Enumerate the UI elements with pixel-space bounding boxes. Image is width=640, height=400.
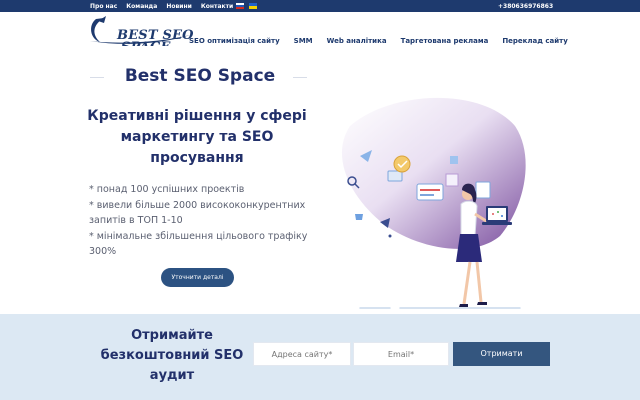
free-audit-section: Отримайте безкоштовний SEO аудит Отримат…	[0, 314, 640, 400]
top-links: Про нас Команда Новини Контакти	[90, 3, 233, 10]
nav-item-seo[interactable]: SEO оптимізація сайту	[189, 37, 280, 45]
russian-flag-icon[interactable]	[236, 3, 244, 9]
bullet-item: * мінімальне збільшення цільового трафік…	[89, 230, 308, 258]
top-link-contacts[interactable]: Контакти	[201, 3, 233, 10]
hero-title: Best SEO Space	[124, 66, 276, 86]
hero-bullet-list: * понад 100 успішних проектів * вивели б…	[89, 182, 319, 260]
top-link-news[interactable]: Новини	[166, 3, 192, 10]
top-link-team[interactable]: Команда	[126, 3, 157, 10]
main-nav: SEO оптимізація сайту SMM Web аналітика …	[189, 37, 568, 45]
nav-item-smm[interactable]: SMM	[294, 37, 313, 45]
title-divider-left	[90, 77, 104, 78]
hero-section: Best SEO Space Креативні рішення у сфері…	[0, 46, 640, 314]
site-header: BEST SEO SPACE SEO оптимізація сайту SMM…	[0, 12, 640, 54]
nav-item-translation[interactable]: Переклад сайту	[502, 37, 567, 45]
nav-item-web-analytics[interactable]: Web аналітика	[327, 37, 387, 45]
ukrainian-flag-icon[interactable]	[249, 3, 257, 9]
marketing-illustration	[341, 97, 526, 309]
bullet-item: * понад 100 успішних проектів	[89, 184, 245, 195]
title-divider-right	[293, 77, 307, 78]
submit-audit-button[interactable]: Отримати	[453, 342, 550, 366]
top-link-about[interactable]: Про нас	[90, 3, 117, 10]
hero-subtitle: Креативні рішення у сфері маркетингу та …	[87, 108, 307, 166]
top-bar: Про нас Команда Новини Контакти +3806369…	[0, 0, 640, 12]
bullet-item: * вивели більше 2000 висококонкурентних …	[89, 199, 306, 227]
phone-number[interactable]: +380636976863	[498, 3, 553, 10]
audit-title: Отримайте безкоштовний SEO аудит	[100, 328, 244, 383]
details-button[interactable]: Уточнити деталі	[161, 268, 234, 287]
nav-item-targeted-ads[interactable]: Таргетована реклама	[401, 37, 489, 45]
site-address-input[interactable]	[253, 342, 351, 366]
email-input[interactable]	[353, 342, 449, 366]
